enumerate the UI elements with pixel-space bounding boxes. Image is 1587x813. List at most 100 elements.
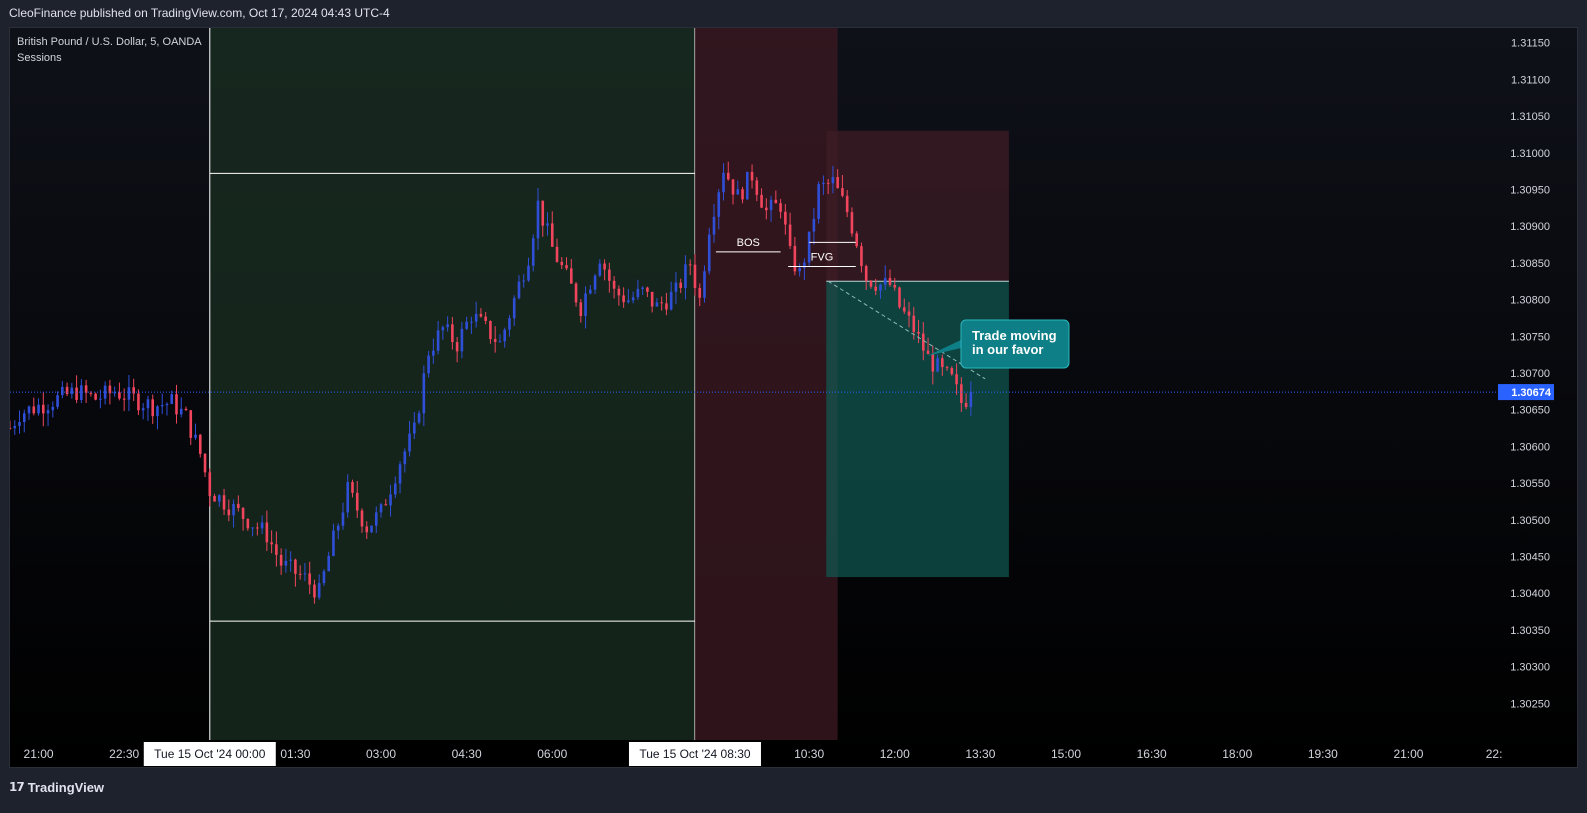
candle-body bbox=[379, 504, 383, 513]
y-tick-label: 1.30650 bbox=[1510, 405, 1550, 417]
annotation-label-fvg: FVG bbox=[811, 252, 834, 264]
candle-body bbox=[912, 315, 916, 332]
candle-body bbox=[275, 544, 278, 555]
candle-body bbox=[603, 263, 606, 270]
candle-body bbox=[765, 207, 768, 211]
candle-body bbox=[641, 287, 644, 289]
candle-body bbox=[446, 324, 449, 328]
x-tick-label: 16:30 bbox=[1137, 747, 1167, 761]
footer-brand[interactable]: 𝟭𝟳 TradingView bbox=[9, 777, 104, 797]
candle-body bbox=[555, 246, 559, 262]
candle-body bbox=[579, 302, 583, 317]
candle-body bbox=[455, 342, 459, 352]
candle-body bbox=[745, 171, 749, 200]
y-tick-label: 1.30700 bbox=[1510, 368, 1550, 380]
candle-body bbox=[422, 373, 426, 414]
candle-body bbox=[241, 507, 245, 520]
callout-line-1: Trade moving bbox=[972, 328, 1057, 343]
candle-body bbox=[436, 330, 440, 351]
candle-body bbox=[536, 200, 540, 239]
y-tick-label: 1.30300 bbox=[1510, 662, 1550, 674]
candle-body bbox=[265, 522, 269, 543]
candle-body bbox=[284, 560, 288, 566]
candle-body bbox=[298, 573, 302, 575]
candle-body bbox=[122, 398, 126, 400]
y-tick-label: 1.30550 bbox=[1510, 478, 1550, 490]
candle-body bbox=[160, 405, 164, 407]
candle-body bbox=[327, 555, 331, 572]
candle bbox=[745, 171, 749, 200]
candle-body bbox=[612, 280, 616, 289]
candle-body bbox=[707, 234, 711, 272]
candle-body bbox=[917, 331, 920, 334]
candle-body bbox=[650, 291, 654, 307]
chart-pane[interactable]: BOS FVG Trade moving in our favor 1.31150 1.… bbox=[9, 27, 1578, 768]
candle-body bbox=[365, 526, 369, 533]
candle-body bbox=[831, 177, 835, 184]
candle-body bbox=[61, 386, 64, 396]
candle-body bbox=[222, 495, 226, 510]
chart-legend: British Pound / U.S. Dollar, 5, OANDA Se… bbox=[17, 34, 202, 66]
candle-body bbox=[741, 189, 744, 200]
candle-body bbox=[336, 525, 340, 531]
candle-body bbox=[926, 350, 930, 355]
candle-body bbox=[213, 495, 216, 502]
candle-body bbox=[531, 238, 535, 266]
candle-body bbox=[451, 324, 454, 343]
candle-body bbox=[546, 223, 549, 226]
candle-body bbox=[817, 184, 820, 219]
x-tick-label: 21:00 bbox=[24, 747, 54, 761]
candle-body bbox=[408, 433, 411, 452]
candle-body bbox=[864, 266, 868, 281]
y-tick-label: 1.30250 bbox=[1510, 698, 1550, 710]
stop-loss-zone[interactable] bbox=[826, 130, 1009, 282]
x-tick-label: 12:00 bbox=[880, 747, 910, 761]
candle-body bbox=[232, 503, 235, 516]
price-chart[interactable]: BOS FVG Trade movingin our favor 1.31150 1.… bbox=[10, 28, 1577, 767]
annotation-label-bos: BOS bbox=[737, 237, 760, 249]
candle-body bbox=[617, 288, 621, 296]
candle-body bbox=[441, 327, 445, 331]
x-tick-label: 21:00 bbox=[1393, 747, 1423, 761]
candle-body bbox=[574, 283, 578, 303]
candle-body bbox=[921, 333, 925, 351]
candle-body bbox=[99, 398, 102, 400]
publish-header: CleoFinance published on TradingView.com… bbox=[9, 6, 390, 20]
candle-body bbox=[146, 399, 150, 409]
candle-body bbox=[855, 233, 858, 247]
y-tick-label: 1.30900 bbox=[1510, 221, 1550, 233]
candle-body bbox=[779, 203, 782, 212]
candle-body bbox=[251, 527, 254, 529]
y-tick-label: 1.30750 bbox=[1510, 331, 1550, 343]
candle-body bbox=[417, 413, 421, 423]
symbol-title: British Pound / U.S. Dollar, 5, OANDA bbox=[17, 36, 202, 48]
candle-body bbox=[665, 303, 668, 310]
candle-body bbox=[289, 559, 292, 561]
candle-body bbox=[788, 224, 792, 246]
candle-body bbox=[27, 406, 31, 414]
candle-body bbox=[950, 368, 954, 375]
candle-body bbox=[432, 350, 435, 356]
candle-body bbox=[227, 509, 231, 516]
y-tick-label: 1.30800 bbox=[1510, 295, 1550, 307]
candle-body bbox=[80, 385, 83, 400]
candle-body bbox=[465, 321, 468, 329]
candle-body bbox=[960, 384, 963, 403]
candle-body bbox=[512, 298, 516, 319]
candle-body bbox=[822, 182, 825, 185]
x-tick-label: 18:00 bbox=[1222, 747, 1252, 761]
candle-body bbox=[569, 268, 573, 284]
candle-body bbox=[812, 218, 816, 232]
candle-body bbox=[608, 269, 611, 281]
candle-body bbox=[874, 286, 878, 291]
candle-body bbox=[869, 280, 873, 287]
candle-body bbox=[964, 402, 968, 407]
candle-body bbox=[774, 199, 778, 204]
candle-body bbox=[165, 403, 169, 406]
candle-body bbox=[598, 263, 602, 276]
y-tick-label: 1.30450 bbox=[1510, 551, 1550, 563]
candle-body bbox=[679, 282, 682, 289]
candle-body bbox=[317, 583, 321, 598]
brand-name: TradingView bbox=[27, 779, 105, 795]
candle bbox=[707, 227, 711, 275]
